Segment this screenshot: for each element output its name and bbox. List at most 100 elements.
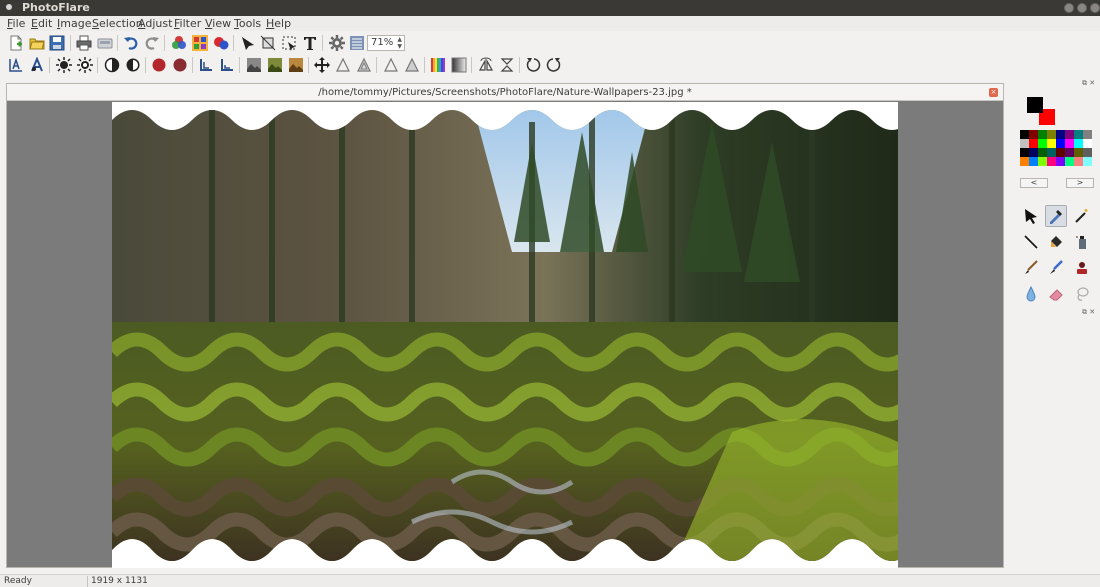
layers-list-icon[interactable] [348,34,366,52]
close-window-button[interactable] [1090,3,1100,13]
palette-color-cell[interactable] [1065,139,1074,148]
color-palette-icon[interactable] [191,34,209,52]
palette-color-cell[interactable] [1074,157,1083,166]
line-tool-icon[interactable] [1020,231,1042,253]
menu-help[interactable]: Help [266,17,291,30]
flip-vertical-icon[interactable] [498,56,516,74]
palette-color-cell[interactable] [1038,139,1047,148]
soften-icon[interactable] [355,56,373,74]
palette-color-cell[interactable] [1065,148,1074,157]
palette-color-cell[interactable] [1083,148,1092,157]
palette-color-cell[interactable] [1083,139,1092,148]
triangle-outline-icon[interactable] [382,56,400,74]
crop-tool-icon[interactable] [259,34,277,52]
text-effect-icon[interactable] [28,56,46,74]
magic-wand-icon[interactable] [1071,205,1093,227]
flip-horizontal-icon[interactable] [477,56,495,74]
saturation-down-icon[interactable] [171,56,189,74]
brightness-up-icon[interactable] [55,56,73,74]
sepia-icon[interactable] [287,56,305,74]
menu-image[interactable]: Image [57,17,91,30]
gradient-icon[interactable] [450,56,468,74]
maximize-button[interactable] [1077,3,1087,13]
paintbrush-icon[interactable] [1020,257,1042,279]
palette-color-cell[interactable] [1029,157,1038,166]
new-file-icon[interactable] [7,34,25,52]
blur-drop-icon[interactable] [1020,283,1042,305]
stamp-icon[interactable] [1071,257,1093,279]
image-canvas[interactable] [112,102,898,568]
tools-dock-float-icon[interactable]: ⧉ ✕ [1082,308,1095,317]
menu-tools[interactable]: Tools [234,17,261,30]
palette-prev-button[interactable]: < [1020,178,1048,188]
menu-view[interactable]: View [205,17,231,30]
palette-color-cell[interactable] [1074,130,1083,139]
contrast-up-icon[interactable] [103,56,121,74]
lasso-icon[interactable] [1071,283,1093,305]
triangle-filled-icon[interactable] [403,56,421,74]
palette-color-cell[interactable] [1020,139,1029,148]
palette-color-cell[interactable] [1056,148,1065,157]
redo-icon[interactable] [143,34,161,52]
oil-paint-icon[interactable] [266,56,284,74]
menu-file[interactable]: File [7,17,25,30]
palette-color-cell[interactable] [1083,157,1092,166]
color-balance-icon[interactable] [170,34,188,52]
palette-color-cell[interactable] [1056,157,1065,166]
palette-color-cell[interactable] [1056,130,1065,139]
menu-adjust[interactable]: Adjust [138,17,172,30]
selection-tool-icon[interactable] [280,34,298,52]
open-folder-icon[interactable] [28,34,46,52]
spray-can-icon[interactable] [1071,231,1093,253]
sharpen-icon[interactable] [334,56,352,74]
rotate-left-icon[interactable] [524,56,542,74]
smudge-brush-icon[interactable] [1045,257,1067,279]
palette-color-cell[interactable] [1038,157,1047,166]
palette-color-cell[interactable] [1056,139,1065,148]
document-close-icon[interactable]: × [989,88,998,97]
contrast-down-icon[interactable] [124,56,142,74]
gamma-down-icon[interactable] [218,56,236,74]
palette-color-cell[interactable] [1038,130,1047,139]
palette-color-cell[interactable] [1029,130,1038,139]
palette-color-cell[interactable] [1047,148,1056,157]
move-arrows-icon[interactable] [313,56,331,74]
menu-edit[interactable]: Edit [31,17,52,30]
color-bars-icon[interactable] [429,56,447,74]
palette-color-cell[interactable] [1074,148,1083,157]
minimize-button[interactable] [1064,3,1074,13]
pointer-icon[interactable] [1020,205,1042,227]
palette-color-cell[interactable] [1029,139,1038,148]
zoom-spin-icon[interactable]: ▲ ▼ [397,36,402,50]
brightness-down-icon[interactable] [76,56,94,74]
rotate-right-icon[interactable] [545,56,563,74]
print-icon[interactable] [75,34,93,52]
primary-color-swatch[interactable] [1027,97,1043,113]
palette-color-cell[interactable] [1074,139,1083,148]
pointer-tool-icon[interactable] [239,34,257,52]
text-tool-icon[interactable] [301,34,319,52]
palette-color-cell[interactable] [1065,130,1074,139]
undo-icon[interactable] [122,34,140,52]
grayscale-icon[interactable] [245,56,263,74]
palette-color-cell[interactable] [1083,130,1092,139]
palette-color-cell[interactable] [1047,157,1056,166]
save-icon[interactable] [48,34,66,52]
palette-color-cell[interactable] [1020,148,1029,157]
menu-selection[interactable]: Selection [92,17,143,30]
eraser-icon[interactable] [1045,283,1067,305]
channels-icon[interactable] [212,34,230,52]
settings-gear-icon[interactable] [328,34,346,52]
print-preview-icon[interactable] [96,34,114,52]
palette-color-cell[interactable] [1029,148,1038,157]
zoom-select[interactable]: 71% ▲ ▼ [367,35,405,51]
color-picker-icon[interactable] [1045,205,1067,227]
palette-color-cell[interactable] [1020,130,1029,139]
gamma-up-icon[interactable] [197,56,215,74]
palette-next-button[interactable]: > [1066,178,1094,188]
palette-color-cell[interactable] [1047,139,1056,148]
paint-bucket-icon[interactable] [1045,231,1067,253]
palette-color-cell[interactable] [1047,130,1056,139]
dock-float-icon[interactable]: ⧉ ✕ [1082,79,1095,88]
text-align-icon[interactable] [7,56,25,74]
